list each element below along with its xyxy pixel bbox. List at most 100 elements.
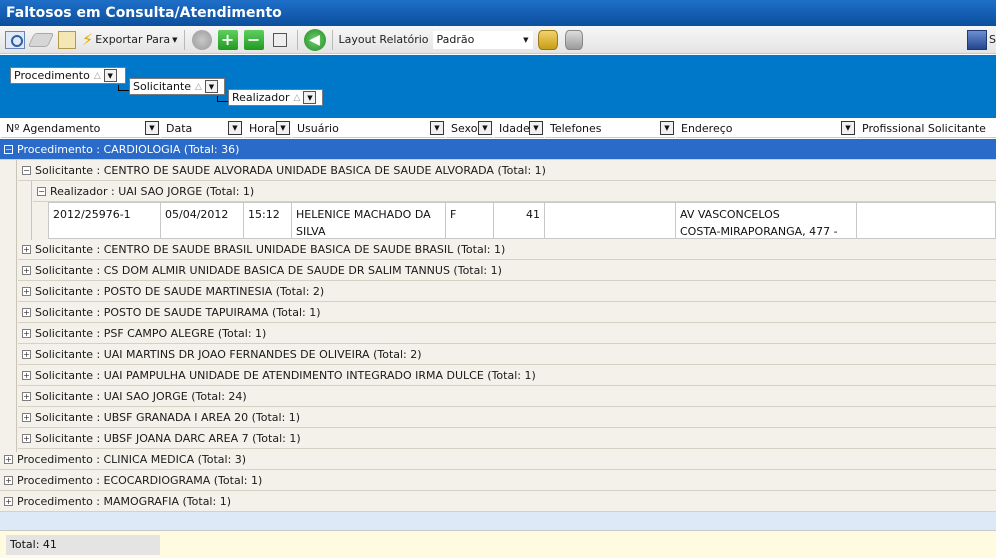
sort-asc-icon: △: [293, 92, 301, 103]
plus-icon: +: [217, 29, 238, 50]
filter-dropdown-icon[interactable]: ▼: [276, 121, 290, 135]
chevron-down-icon: ▼: [523, 35, 529, 44]
group-row-label: Solicitante : UBSF JOANA DARC AREA 7 (To…: [35, 431, 301, 445]
group-row-solicitante[interactable]: + Solicitante : UBSF JOANA DARC AREA 7 (T…: [18, 428, 996, 449]
filter-dropdown-icon[interactable]: ▼: [660, 121, 674, 135]
group-row-procedimento[interactable]: + Procedimento : CLINICA MEDICA (Total: 3…: [0, 449, 996, 470]
column-agendamento[interactable]: Nº Agendamento ▼: [0, 118, 160, 138]
column-label: Idade: [499, 121, 530, 135]
expand-all-button[interactable]: +: [217, 29, 239, 51]
grid-blank-area: [0, 512, 996, 530]
circle-icon: [191, 29, 212, 50]
save-layout-button[interactable]: [269, 29, 291, 51]
column-usuario[interactable]: Usuário ▼: [291, 118, 445, 138]
group-row-solicitante[interactable]: + Solicitante : PSF CAMPO ALEGRE (Total: …: [18, 323, 996, 344]
delete-db-button[interactable]: [563, 29, 585, 51]
preview-button[interactable]: [4, 29, 26, 51]
group-row-solicitante[interactable]: − Solicitante : CENTRO DE SAUDE ALVORADA …: [18, 160, 996, 181]
column-label: Data: [166, 121, 193, 135]
toolbar: ⚡ Exportar Para ▼ + − ◀ Layout Relatório…: [0, 26, 996, 54]
expand-icon[interactable]: +: [22, 244, 31, 254]
expand-icon[interactable]: +: [22, 370, 31, 380]
edit-button[interactable]: [56, 29, 78, 51]
expand-icon[interactable]: +: [4, 496, 13, 506]
expand-icon[interactable]: +: [22, 328, 31, 338]
group-row-realizador[interactable]: − Realizador : UAI SAO JORGE (Total: 1): [33, 181, 996, 202]
group-row-label: Solicitante : UBSF GRANADA I AREA 20 (To…: [35, 410, 301, 424]
column-endereco[interactable]: Endereço ▼: [675, 118, 856, 138]
cell-sexo: F: [446, 203, 494, 238]
layout-select[interactable]: Padrão ▼: [432, 30, 533, 49]
cell-profissional: [857, 203, 996, 238]
cell-agendamento: 2012/25976-1: [49, 203, 161, 238]
filter-dropdown-icon[interactable]: ▼: [841, 121, 855, 135]
expand-icon[interactable]: +: [4, 475, 13, 485]
expand-icon[interactable]: +: [22, 286, 31, 296]
chevron-down-icon: ▼: [172, 35, 178, 44]
group-row-solicitante[interactable]: + Solicitante : POSTO DE SAUDE TAPUIRAMA …: [18, 302, 996, 323]
sort-asc-icon: △: [93, 70, 101, 81]
collapse-icon[interactable]: −: [37, 186, 46, 196]
filter-dropdown-icon[interactable]: ▼: [204, 80, 218, 93]
group-row-procedimento[interactable]: − Procedimento : CARDIOLOGIA (Total: 36): [0, 139, 996, 160]
exit-label: S: [989, 33, 996, 46]
group-row-label: Procedimento : ECOCARDIOGRAMA (Total: 1): [17, 473, 263, 487]
column-label: Profissional Solicitante: [862, 121, 986, 135]
collapse-all-button[interactable]: −: [243, 29, 265, 51]
filter-dropdown-icon[interactable]: ▼: [430, 121, 444, 135]
group-realizador[interactable]: Realizador △ ▼: [228, 89, 323, 106]
filter-dropdown-icon[interactable]: ▼: [303, 91, 317, 104]
collapse-icon[interactable]: −: [22, 165, 31, 175]
group-row-procedimento[interactable]: + Procedimento : ECOCARDIOGRAMA (Total: 1…: [0, 470, 996, 491]
group-procedimento[interactable]: Procedimento △ ▼: [10, 67, 126, 84]
window-title: Faltosos em Consulta/Atendimento: [0, 0, 996, 26]
cell-idade: 41: [494, 203, 545, 238]
save-db-button[interactable]: [537, 29, 559, 51]
expand-icon[interactable]: +: [22, 307, 31, 317]
group-row-label: Solicitante : POSTO DE SAUDE MARTINESIA …: [35, 284, 325, 298]
expand-icon[interactable]: +: [22, 391, 31, 401]
filter-dropdown-icon[interactable]: ▼: [478, 121, 492, 135]
sort-asc-icon: △: [195, 81, 202, 92]
layout-select-value: Padrão: [436, 33, 475, 46]
clear-button[interactable]: [27, 29, 55, 51]
column-sexo[interactable]: Sexo ▼: [445, 118, 493, 138]
disabled-button[interactable]: [191, 29, 213, 51]
back-button[interactable]: ◀: [303, 28, 326, 51]
group-row-solicitante[interactable]: + Solicitante : UBSF GRANADA I AREA 20 (T…: [18, 407, 996, 428]
lightning-icon: ⚡: [82, 30, 94, 49]
database-delete-icon: [564, 29, 583, 50]
exit-button[interactable]: S: [967, 29, 996, 51]
filter-dropdown-icon[interactable]: ▼: [529, 121, 543, 135]
expand-icon[interactable]: +: [22, 412, 31, 422]
group-row-solicitante[interactable]: + Solicitante : UAI MARTINS DR JOAO FERNA…: [18, 344, 996, 365]
group-row-solicitante[interactable]: + Solicitante : CENTRO DE SAUDE BRASIL UN…: [18, 239, 996, 260]
collapse-icon[interactable]: −: [4, 144, 13, 154]
group-row-solicitante[interactable]: + Solicitante : UAI PAMPULHA UNIDADE DE A…: [18, 365, 996, 386]
filter-dropdown-icon[interactable]: ▼: [228, 121, 242, 135]
column-idade[interactable]: Idade ▼: [493, 118, 544, 138]
group-row-solicitante[interactable]: + Solicitante : POSTO DE SAUDE MARTINESIA…: [18, 281, 996, 302]
group-solicitante[interactable]: Solicitante △ ▼: [129, 78, 225, 95]
edit-icon: [58, 30, 76, 49]
cell-telefones: [545, 203, 676, 238]
group-row-label: Solicitante : CENTRO DE SAUDE ALVORADA U…: [35, 163, 546, 177]
group-row-procedimento[interactable]: + Procedimento : MAMOGRAFIA (Total: 1): [0, 491, 996, 512]
group-row-solicitante[interactable]: + Solicitante : CS DOM ALMIR UNIDADE BASI…: [18, 260, 996, 281]
column-label: Endereço: [681, 121, 733, 135]
export-button[interactable]: ⚡ Exportar Para ▼: [82, 29, 178, 51]
expand-icon[interactable]: +: [22, 265, 31, 275]
column-hora[interactable]: Hora ▼: [243, 118, 291, 138]
table-row[interactable]: 2012/25976-1 05/04/2012 15:12 HELENICE M…: [48, 202, 996, 239]
expand-icon[interactable]: +: [22, 349, 31, 359]
minus-icon: −: [243, 29, 264, 50]
filter-dropdown-icon[interactable]: ▼: [103, 69, 117, 82]
filter-dropdown-icon[interactable]: ▼: [145, 121, 159, 135]
expand-icon[interactable]: +: [22, 433, 31, 443]
column-profissional[interactable]: Profissional Solicitante: [856, 118, 996, 138]
group-row-solicitante[interactable]: + Solicitante : UAI SAO JORGE (Total: 24): [18, 386, 996, 407]
column-data[interactable]: Data ▼: [160, 118, 243, 138]
expand-icon[interactable]: +: [4, 454, 13, 464]
toolbar-separator: [183, 29, 185, 50]
column-telefones[interactable]: Telefones ▼: [544, 118, 675, 138]
